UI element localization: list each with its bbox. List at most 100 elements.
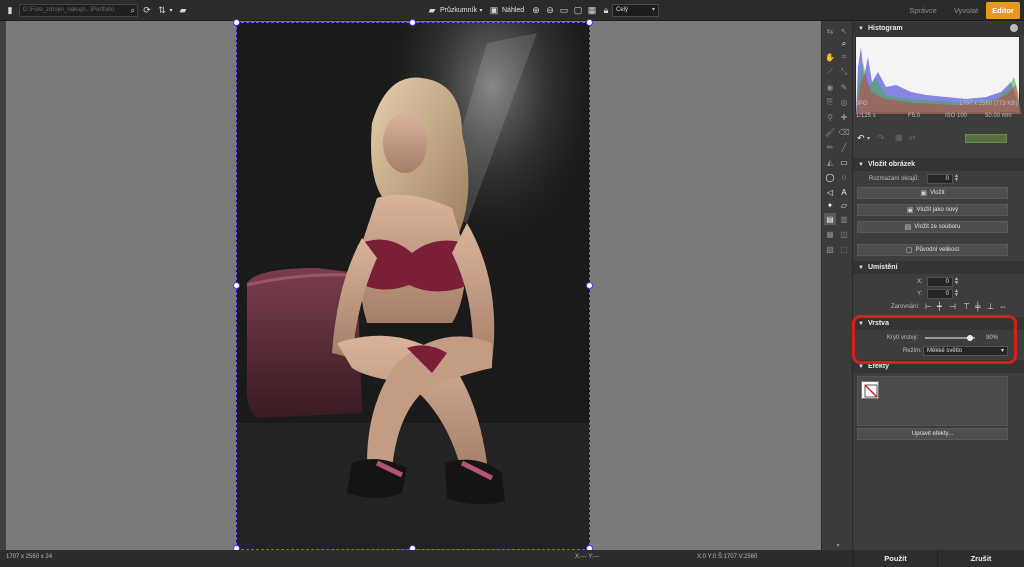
text-tool-icon[interactable]: A [838, 186, 850, 198]
crop-tool-icon[interactable]: ⌗ [838, 51, 850, 63]
tab-manager[interactable]: Správce [903, 2, 943, 19]
compare-icon[interactable]: ⇆ [824, 25, 836, 37]
clone-icon[interactable]: ⎘ [824, 96, 836, 108]
align-center-icon[interactable]: ┿ [937, 302, 942, 311]
redo-icon[interactable]: ↷ [877, 133, 885, 144]
insert-image-header[interactable]: ▼ Vložit obrázek [853, 158, 1024, 171]
insert-image-tool-icon[interactable]: ▤ [824, 213, 836, 225]
line-icon[interactable]: ╱ [838, 141, 850, 153]
resize-handle-left[interactable] [233, 282, 240, 289]
insert-button[interactable]: ▣ Vložit [857, 187, 1008, 199]
align-bottom-icon[interactable]: ⊥ [987, 302, 994, 311]
fill-icon[interactable]: ◭ [824, 156, 836, 168]
cancel-button[interactable]: Zrušit [937, 550, 1024, 567]
tab-editor-label: Editor [992, 6, 1014, 15]
stamp-icon[interactable]: ⚲ [824, 111, 836, 123]
align-top-icon[interactable]: ⊤ [963, 302, 970, 311]
undo-icon[interactable]: ↶ [857, 133, 865, 144]
original-size-button[interactable]: ▢ Původní velikost [857, 244, 1008, 256]
tab-develop[interactable]: Vyvolat [946, 2, 986, 19]
resize-handle-right[interactable] [586, 282, 593, 289]
insert-from-file-button[interactable]: ▤ Vložit ze souboru [857, 221, 1008, 233]
resize-handle-top-left[interactable] [233, 19, 240, 26]
frame-tool-icon[interactable]: ▥ [838, 213, 850, 225]
grid-view-icon[interactable]: ▦ [586, 5, 598, 17]
open-folder-icon[interactable]: ▰ [177, 5, 189, 17]
chevron-down-icon[interactable]: ▾ [867, 135, 870, 142]
photo-layer[interactable] [236, 22, 590, 550]
chevron-down-icon[interactable]: ▾ [832, 539, 844, 551]
actual-size-icon[interactable]: ▢ [572, 5, 584, 17]
selection-tool-icon[interactable]: ⬚ [838, 243, 850, 255]
ellipse-tool-icon[interactable]: ◯ [824, 171, 836, 183]
resize-handle-top[interactable] [409, 19, 416, 26]
align-stretch-icon[interactable]: ⇔ [999, 302, 1007, 311]
pen-tool-icon[interactable]: ▱ [838, 199, 850, 211]
eye-icon[interactable]: ◎ [838, 96, 850, 108]
y-spin-icon[interactable]: ▲ ▼ [954, 289, 959, 298]
eraser-icon[interactable]: ⌫ [838, 126, 850, 138]
effects-list[interactable] [857, 376, 1008, 426]
arrow-icon[interactable]: ↖ [838, 25, 850, 37]
histogram-header[interactable]: ▼ Histogram [853, 22, 1024, 35]
zoom-select[interactable]: Celý ▾ [612, 4, 659, 17]
preview-button[interactable]: ▣ Náhled [488, 0, 524, 21]
iso-value: ISO 100 [945, 113, 968, 119]
blur-spin-icon[interactable]: ▲ ▼ [954, 174, 959, 183]
apply-history-button[interactable] [965, 134, 1007, 143]
y-input[interactable]: 0 [927, 289, 953, 299]
zoom-in-icon[interactable]: ⊕ [530, 5, 542, 17]
no-effect-thumbnail[interactable] [861, 381, 879, 399]
path-field[interactable]: D:\Foto_zdroje\_nakup\...\Portfolio ⌕ [19, 4, 138, 17]
file-icon: ▤ [904, 224, 912, 231]
refresh-icon[interactable]: ⟳ [141, 5, 153, 17]
folder-icon[interactable]: ▮ [4, 5, 16, 17]
status-bar: 1707 x 2560 x 24 X:--- Y:--- X:0 Y:0 Š:1… [0, 550, 853, 567]
heal-icon[interactable]: ✚ [838, 111, 850, 123]
top-toolbar: ▮ D:\Foto_zdroje\_nakup\...\Portfolio ⌕ … [0, 0, 1024, 21]
layer-tool-icon[interactable]: ▦ [824, 228, 836, 240]
resize-tool-icon[interactable]: ⤡ [838, 66, 850, 78]
speech-bubble-icon[interactable]: ◌ [838, 171, 850, 183]
align-left-icon[interactable]: ⊢ [925, 302, 932, 311]
magic-wand-icon[interactable]: ✦ [824, 199, 836, 211]
placement-header[interactable]: ▼ Umístění [853, 261, 1024, 274]
explorer-button[interactable]: ▰ Průzkumník ▾ [426, 0, 485, 21]
brush-icon[interactable]: 🖌︎ [824, 126, 836, 138]
redeye-icon[interactable]: ◉ [824, 81, 836, 93]
tool-column: ⇆ ↖ ⌕ ✋ ⌗ ⟋ ⤡ ◉ ✎ ⎘ ◎ ⚲ ✚ 🖌︎ ⌫ ✏︎ ╱ ◭ ▭ … [821, 21, 853, 550]
fit-window-icon[interactable]: ▭ [558, 5, 570, 17]
placement-title: Umístění [867, 264, 898, 271]
rect-tool-icon[interactable]: ▭ [838, 156, 850, 168]
apply-button[interactable]: Použít [853, 550, 937, 567]
lock-icon[interactable]: 🔒︎ [600, 5, 612, 17]
x-input[interactable]: 0 [927, 277, 953, 287]
chevron-down-icon[interactable]: ▾ [168, 5, 174, 17]
cancel-button-label: Zrušit [970, 554, 992, 563]
align-right-icon[interactable]: ⊣ [949, 302, 956, 311]
megaphone-icon[interactable]: ◁ [824, 186, 836, 198]
mask-tool-icon[interactable]: ◫ [838, 228, 850, 240]
align-middle-icon[interactable]: ╪ [975, 302, 981, 311]
search-icon[interactable]: ⌕ [131, 6, 135, 16]
resize-handle-top-right[interactable] [586, 19, 593, 26]
straighten-icon[interactable]: ⟋ [824, 66, 836, 78]
pencil-icon[interactable]: ✏︎ [824, 141, 836, 153]
edit-effects-button[interactable]: Upravit efekty... [857, 428, 1008, 440]
sort-icon[interactable]: ⇅ [156, 5, 168, 17]
no-effect-icon [864, 384, 878, 398]
x-spin-icon[interactable]: ▲ ▼ [954, 277, 959, 286]
gradient-tool-icon[interactable]: ▧ [824, 243, 836, 255]
insert-as-new-button[interactable]: ▣ Vložit jako nový [857, 204, 1008, 216]
image-canvas[interactable] [6, 19, 821, 552]
tab-editor[interactable]: Editor [986, 2, 1020, 19]
zoom-tool-icon[interactable]: ⌕ [838, 38, 850, 50]
hand-tool-icon[interactable]: ✋ [824, 51, 836, 63]
tab-develop-label: Vyvolat [953, 6, 979, 15]
blur-edges-input[interactable]: 0 [927, 174, 953, 184]
retouch-icon[interactable]: ✎ [838, 81, 850, 93]
history-icon[interactable]: ▦ [895, 133, 903, 142]
compare-history-icon[interactable]: ⇄ [909, 133, 916, 142]
zoom-out-icon[interactable]: ⊖ [544, 5, 556, 17]
settings-dot-icon[interactable] [1010, 24, 1018, 32]
